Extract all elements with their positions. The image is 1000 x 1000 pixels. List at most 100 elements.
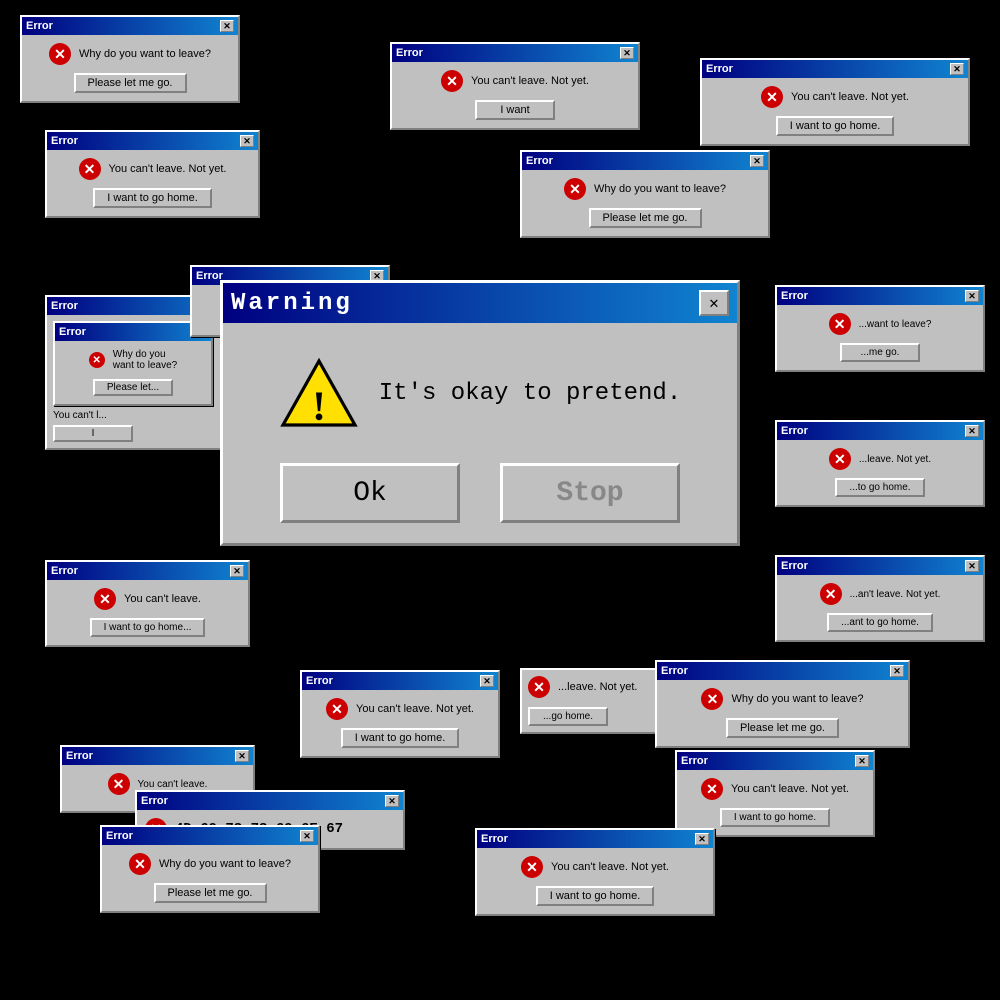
close-btn-13[interactable]: ✕ xyxy=(855,755,869,767)
title-6-outer: Error xyxy=(51,300,78,312)
error-icon-8: ✕ xyxy=(829,448,851,470)
titlebar-13: Error ✕ xyxy=(677,752,873,770)
dialog-2: Error ✕ ✕ You can't leave. Not yet. I wa… xyxy=(45,130,260,218)
home-btn-13[interactable]: I want to go home. xyxy=(720,808,830,827)
titlebar-15: Error ✕ xyxy=(137,792,403,810)
please-btn-5[interactable]: Please let me go. xyxy=(589,208,702,228)
title-3: Error xyxy=(396,47,423,59)
close-btn-15[interactable]: ✕ xyxy=(385,795,399,807)
titlebar-4: Error ✕ xyxy=(702,60,968,78)
msg-5: Why do you want to leave? xyxy=(594,183,726,195)
dialog-6-inner: Error ✕ ✕ Why do youwant to leave? Pleas… xyxy=(53,321,213,406)
home-btn-11[interactable]: ...go home. xyxy=(528,707,608,726)
title-17: Error xyxy=(481,833,508,845)
close-btn-8[interactable]: ✕ xyxy=(965,425,979,437)
title-4: Error xyxy=(706,63,733,75)
dialog-18: Error ✕ ✕ You can't leave. I want to go … xyxy=(45,560,250,647)
content-row-12: ✕ Why do you want to leave? xyxy=(701,688,863,710)
titlebar-5: Error ✕ xyxy=(522,152,768,170)
title-16: Error xyxy=(106,830,133,842)
titlebar-17: Error ✕ xyxy=(477,830,713,848)
msg-2: You can't leave. Not yet. xyxy=(109,163,227,175)
please-btn-16[interactable]: Please let me go. xyxy=(154,883,267,903)
error-icon-17: ✕ xyxy=(521,856,543,878)
body-13: ✕ You can't leave. Not yet. I want to go… xyxy=(677,770,873,835)
close-btn-5[interactable]: ✕ xyxy=(750,155,764,167)
home-btn-8[interactable]: ...to go home. xyxy=(835,478,924,497)
home-btn-17[interactable]: I want to go home. xyxy=(536,886,655,906)
home-btn-2[interactable]: I want to go home. xyxy=(93,188,212,208)
home-btn-6[interactable]: I xyxy=(53,425,133,442)
body-12: ✕ Why do you want to leave? Please let m… xyxy=(657,680,908,746)
i-want-btn-3[interactable]: I want xyxy=(475,100,555,120)
error-icon-2: ✕ xyxy=(79,158,101,180)
stop-button[interactable]: Stop xyxy=(500,463,680,523)
close-btn-18[interactable]: ✕ xyxy=(230,565,244,577)
msg-3: You can't leave. Not yet. xyxy=(471,75,589,87)
content-row-8: ✕ ...leave. Not yet. xyxy=(829,448,931,470)
msg-4: You can't leave. Not yet. xyxy=(791,91,909,103)
body-2: ✕ You can't leave. Not yet. I want to go… xyxy=(47,150,258,216)
home-btn-9[interactable]: ...ant to go home. xyxy=(827,613,933,632)
home-btn-4[interactable]: I want to go home. xyxy=(776,116,895,136)
close-btn-12[interactable]: ✕ xyxy=(890,665,904,677)
please-btn-6[interactable]: Please let... xyxy=(93,379,173,396)
titlebar-9: Error ✕ xyxy=(777,557,983,575)
error-icon-4: ✕ xyxy=(761,86,783,108)
close-btn-14[interactable]: ✕ xyxy=(235,750,249,762)
content-row-16: ✕ Why do you want to leave? xyxy=(129,853,291,875)
dialog-1: Error ✕ ✕ Why do you want to leave? Plea… xyxy=(20,15,240,103)
close-btn-17[interactable]: ✕ xyxy=(695,833,709,845)
titlebar-8: Error ✕ xyxy=(777,422,983,440)
content-row-6-inner: ✕ Why do youwant to leave? xyxy=(89,349,178,371)
title-bg-1: Error xyxy=(196,270,223,282)
error-icon-16: ✕ xyxy=(129,853,151,875)
msg-17: You can't leave. Not yet. xyxy=(551,861,669,873)
close-btn-9[interactable]: ✕ xyxy=(965,560,979,572)
close-btn-3[interactable]: ✕ xyxy=(620,47,634,59)
body-5: ✕ Why do you want to leave? Please let m… xyxy=(522,170,768,236)
content-row-18: ✕ You can't leave. xyxy=(94,588,201,610)
letmego-btn-7[interactable]: ...me go. xyxy=(840,343,920,362)
titlebar-16: Error ✕ xyxy=(102,827,318,845)
titlebar-1: Error ✕ xyxy=(22,17,238,35)
error-icon-6: ✕ xyxy=(89,352,105,368)
main-warning-close-btn[interactable]: ✕ xyxy=(699,290,729,316)
dialog-17: Error ✕ ✕ You can't leave. Not yet. I wa… xyxy=(475,828,715,916)
msg-10: You can't leave. Not yet. xyxy=(356,703,474,715)
close-btn-4[interactable]: ✕ xyxy=(950,63,964,75)
main-warning-body: ! It's okay to pretend. Ok Stop xyxy=(223,323,737,543)
body-18: ✕ You can't leave. I want to go home... xyxy=(47,580,248,645)
dialog-3: Error ✕ ✕ You can't leave. Not yet. I wa… xyxy=(390,42,640,130)
title-8: Error xyxy=(781,425,808,437)
content-row-9: ✕ ...an't leave. Not yet. xyxy=(820,583,941,605)
close-btn-1[interactable]: ✕ xyxy=(220,20,234,32)
dialog-10: Error ✕ ✕ You can't leave. Not yet. I wa… xyxy=(300,670,500,758)
error-icon-14: ✕ xyxy=(108,773,130,795)
titlebar-12: Error ✕ xyxy=(657,662,908,680)
titlebar-3: Error ✕ xyxy=(392,44,638,62)
content-row-13: ✕ You can't leave. Not yet. xyxy=(701,778,849,800)
dialog-7: Error ✕ ✕ ...want to leave? ...me go. xyxy=(775,285,985,372)
main-content-row: ! It's okay to pretend. xyxy=(279,353,681,433)
titlebar-10: Error ✕ xyxy=(302,672,498,690)
close-btn-10[interactable]: ✕ xyxy=(480,675,494,687)
dialog-13: Error ✕ ✕ You can't leave. Not yet. I wa… xyxy=(675,750,875,837)
ok-button[interactable]: Ok xyxy=(280,463,460,523)
content-row-7: ✕ ...want to leave? xyxy=(829,313,932,335)
home-btn-10[interactable]: I want to go home. xyxy=(341,728,460,748)
body-10: ✕ You can't leave. Not yet. I want to go… xyxy=(302,690,498,756)
please-btn-1[interactable]: Please let me go. xyxy=(74,73,187,93)
close-btn-16[interactable]: ✕ xyxy=(300,830,314,842)
main-buttons-row: Ok Stop xyxy=(253,463,707,523)
content-row-3: ✕ You can't leave. Not yet. xyxy=(441,70,589,92)
please-btn-12[interactable]: Please let me go. xyxy=(726,718,839,738)
main-message-text: It's okay to pretend. xyxy=(379,380,681,407)
close-btn-2[interactable]: ✕ xyxy=(240,135,254,147)
body-1: ✕ Why do you want to leave? Please let m… xyxy=(22,35,238,101)
home-btn-18[interactable]: I want to go home... xyxy=(90,618,206,637)
msg-13: You can't leave. Not yet. xyxy=(731,783,849,795)
close-btn-7[interactable]: ✕ xyxy=(965,290,979,302)
error-icon-1: ✕ xyxy=(49,43,71,65)
msg-7: ...want to leave? xyxy=(859,319,932,330)
